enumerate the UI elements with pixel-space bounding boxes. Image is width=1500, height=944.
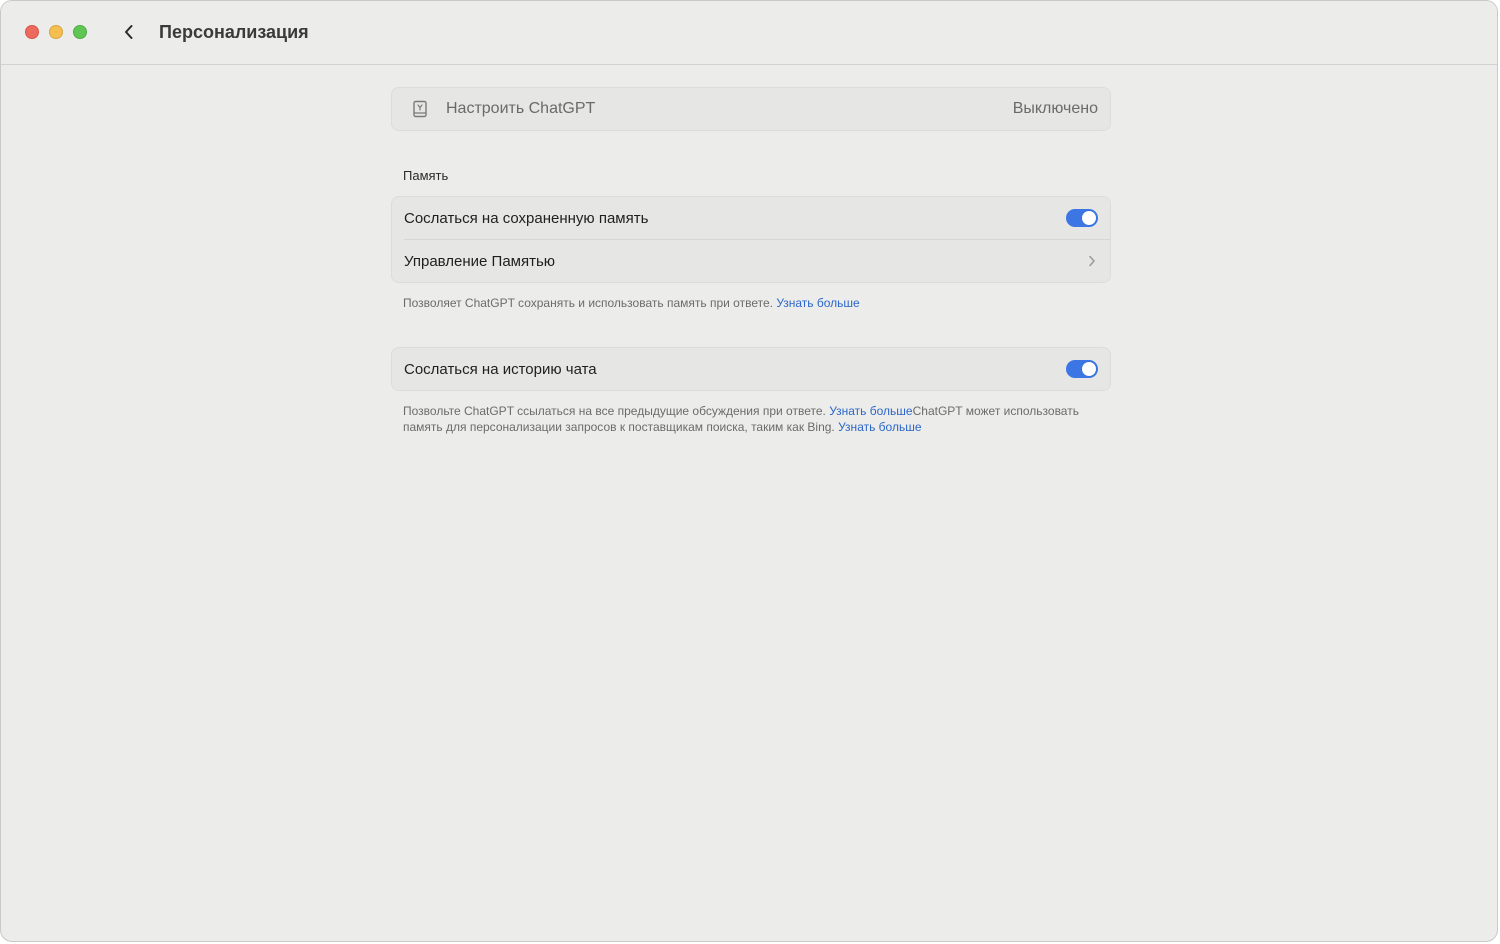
memory-section-header: Память xyxy=(403,168,449,183)
customize-chatgpt-row[interactable]: Настроить ChatGPT Выключено xyxy=(392,88,1110,130)
reference-memory-row: Сослаться на сохраненную память xyxy=(392,197,1110,239)
history-learn-more-link-2[interactable]: Узнать больше xyxy=(838,420,921,434)
history-learn-more-link-1[interactable]: Узнать больше xyxy=(829,404,912,418)
titlebar: Персонализация xyxy=(1,1,1497,65)
back-button[interactable] xyxy=(117,20,141,44)
reference-history-row: Сослаться на историю чата xyxy=(392,348,1110,390)
chevron-right-icon xyxy=(1086,254,1098,268)
manage-memory-row[interactable]: Управление Памятью xyxy=(392,240,1110,282)
minimize-window-button[interactable] xyxy=(49,25,63,39)
app-window: Персонализация Настроить ChatGPT Выключе… xyxy=(0,0,1498,942)
memory-learn-more-link[interactable]: Узнать больше xyxy=(776,296,859,310)
reference-memory-label: Сослаться на сохраненную память xyxy=(404,209,649,227)
customize-icon xyxy=(412,100,428,118)
memory-footnote: Позволяет ChatGPT сохранять и использова… xyxy=(403,295,1099,311)
toggle-knob xyxy=(1082,211,1096,225)
close-window-button[interactable] xyxy=(25,25,39,39)
history-footnote: Позвольте ChatGPT ссылаться на все преды… xyxy=(403,403,1099,435)
memory-card: Сослаться на сохраненную память Управлен… xyxy=(391,196,1111,283)
toggle-knob xyxy=(1082,362,1096,376)
settings-content: Настроить ChatGPT Выключено Память Сосла… xyxy=(391,87,1111,435)
memory-footnote-text: Позволяет ChatGPT сохранять и использова… xyxy=(403,296,773,310)
customize-chatgpt-card[interactable]: Настроить ChatGPT Выключено xyxy=(391,87,1111,131)
page-title: Персонализация xyxy=(159,22,309,42)
zoom-window-button[interactable] xyxy=(73,25,87,39)
customize-chatgpt-label: Настроить ChatGPT xyxy=(446,100,596,117)
reference-history-label: Сослаться на историю чата xyxy=(404,360,597,378)
customize-chatgpt-status: Выключено xyxy=(1012,100,1098,117)
reference-memory-toggle[interactable] xyxy=(1066,209,1098,227)
chat-history-card: Сослаться на историю чата xyxy=(391,347,1111,391)
chevron-left-icon xyxy=(125,25,133,39)
manage-memory-label: Управление Памятью xyxy=(404,252,556,270)
reference-history-toggle[interactable] xyxy=(1066,360,1098,378)
history-footnote-text-1: Позвольте ChatGPT ссылаться на все преды… xyxy=(403,404,830,418)
